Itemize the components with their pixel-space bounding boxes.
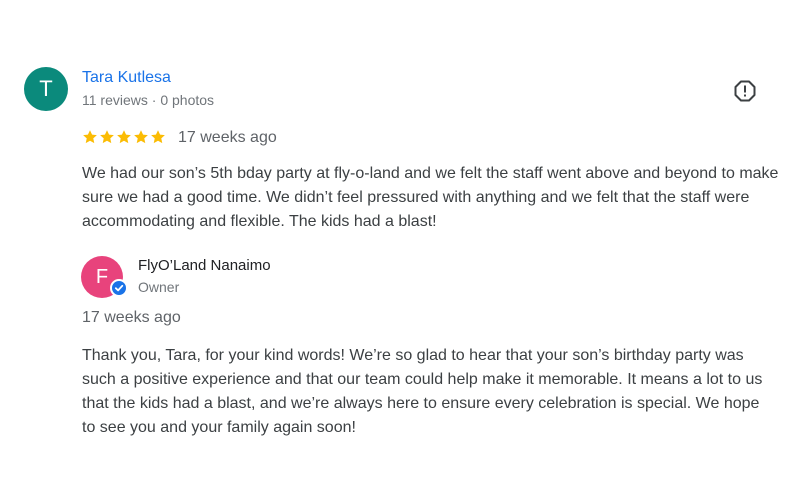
review-text: We had our son’s 5th bday party at fly-o… xyxy=(82,165,779,230)
reviewer-stats: 11 reviews · 0 photos xyxy=(82,92,215,108)
reviewer-initial: T xyxy=(39,76,53,101)
reply-timestamp: 17 weeks ago xyxy=(82,309,181,326)
report-flag-icon xyxy=(734,80,756,102)
review-timestamp: 17 weeks ago xyxy=(178,129,277,146)
star-icon xyxy=(100,130,114,144)
owner-reply-text: Thank you, Tara, for your kind words! We… xyxy=(82,347,763,436)
star-icon xyxy=(83,130,97,144)
star-icon xyxy=(117,130,131,144)
owner-initial: F xyxy=(95,265,109,288)
reviewer-name-link[interactable]: Tara Kutlesa xyxy=(82,69,171,87)
reviewer-avatar[interactable]: T xyxy=(24,67,68,111)
owner-name: FlyO’Land Nanaimo xyxy=(138,257,271,274)
review-card: T Tara Kutlesa 11 reviews · 0 photos 17 … xyxy=(0,0,800,480)
verified-check-icon xyxy=(110,279,128,297)
owner-role-label: Owner xyxy=(138,279,180,295)
star-icon xyxy=(134,130,148,144)
star-rating xyxy=(82,127,166,147)
report-review-button[interactable] xyxy=(733,79,757,103)
star-icon xyxy=(151,130,165,144)
